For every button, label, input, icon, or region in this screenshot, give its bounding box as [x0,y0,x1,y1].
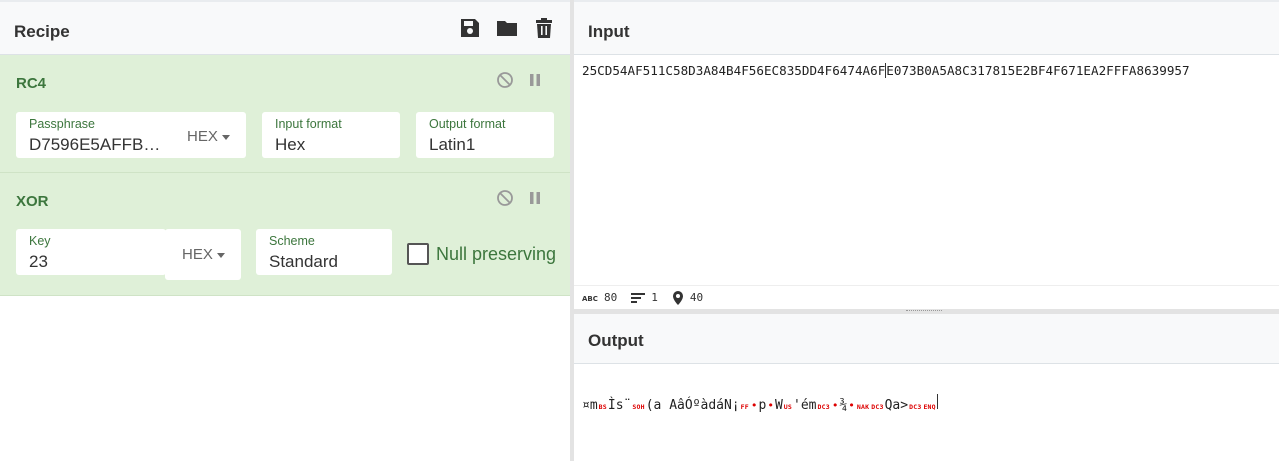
operation-title: XOR [16,193,49,210]
scheme-field[interactable]: Scheme Standard [256,229,392,275]
control-char: DC3 [871,403,884,411]
control-char: NAK [856,403,870,411]
output-text: ¤m [582,398,598,413]
output-format-field[interactable]: Output format Latin1 [416,112,554,158]
output-text: W [774,398,783,413]
cursor-position: 40 [689,291,704,304]
passphrase-value: D7596E5AFFBE... [29,135,164,154]
passphrase-label: Passphrase [29,117,96,131]
null-preserving-checkbox[interactable] [407,243,429,265]
input-textarea[interactable]: 25CD54AF511C58D3A84B4F56EC835DD4F6474A6F… [582,63,1190,78]
output-format-label: Output format [429,117,506,131]
input-format-label: Input format [275,117,342,131]
control-char: BS [598,403,607,411]
key-value: 23 [29,252,48,271]
output-header: Output [574,314,1279,364]
chevron-down-icon [221,135,230,140]
passphrase-format-dropdown[interactable]: HEX [187,128,230,145]
special-char-dot: • [831,399,839,412]
output-text: ¾ [839,398,848,413]
text-cursor [936,394,938,409]
key-label: Key [29,234,51,248]
input-text-before-cursor: 25CD54AF511C58D3A84B4F56EC835DD4F6474A6F [582,63,886,78]
output-text: (a AâÓºàdáN¡ [645,398,740,413]
key-format-dropdown[interactable]: HEX [165,229,241,280]
key-format-button[interactable]: HEX [182,246,225,263]
io-pane: Input 25CD54AF511C58D3A84B4F56EC835DD4F6… [574,0,1279,461]
char-count: 80 [604,291,618,304]
grip-icon [906,310,942,312]
control-char: ENQ [923,403,936,411]
input-format-field[interactable]: Input format Hex [262,112,400,158]
line-count-stat: 1 [631,291,658,304]
trash-icon[interactable] [532,16,556,40]
input-format-value: Hex [275,135,306,154]
output-text: 'ém [793,398,817,413]
input-header: Input [574,2,1279,55]
operation-controls [496,71,544,89]
control-char: US [783,403,793,411]
control-char: DC3 [909,403,922,411]
svg-text:ABC: ABC [582,295,598,303]
null-preserving-label: Null preserving [436,243,557,264]
input-text-after-cursor: E073B0A5A8C317815E2BF4F671EA2FFFA8639957 [886,63,1190,78]
null-preserving-option[interactable]: Null preserving [407,243,556,265]
cursor-position-stat: 40 [672,290,704,305]
abc-icon: ABC [582,295,598,303]
passphrase-field[interactable]: Passphrase D7596E5AFFBE... HEX [16,112,246,158]
folder-icon[interactable] [495,16,519,40]
output-text: p [758,398,767,413]
operation-title: RC4 [16,75,47,92]
pause-icon[interactable] [526,189,544,207]
chevron-down-icon [216,253,225,258]
output-title: Output [588,331,644,350]
input-title: Input [588,22,630,41]
disable-icon[interactable] [496,71,514,89]
location-pin-icon [672,290,683,305]
control-char: SOH [632,403,645,411]
special-char-dot: • [848,399,855,412]
control-char: DC3 [817,403,830,411]
passphrase-format-label: HEX [187,128,218,145]
recipe-title: Recipe [14,22,70,41]
scheme-value: Standard [269,252,338,271]
disable-icon[interactable] [496,189,514,207]
line-count: 1 [651,291,658,304]
recipe-toolbar [458,16,556,40]
lines-icon [631,292,646,303]
save-icon[interactable] [458,16,482,40]
output-format-value: Latin1 [429,135,476,154]
special-char-dot: • [767,399,774,412]
key-format-label: HEX [182,246,213,263]
control-char: FF [740,403,749,411]
operation-xor[interactable]: XOR Key 23 HEX Scheme Standard Null pres… [0,173,570,296]
recipe-header: Recipe [0,2,570,55]
char-count-stat: ABC 80 [582,291,617,304]
operation-rc4[interactable]: RC4 Passphrase D7596E5AFFBE... HEX Input… [0,55,570,173]
input-status-bar: ABC 80 1 40 [574,285,1279,309]
output-textarea[interactable]: ¤m BS Ìs¨ SOH (a AâÓºàdáN¡ FF • p • W US… [582,394,938,413]
recipe-pane: Recipe RC4 Passphrase D7596E5AFFBE... HE… [0,0,570,461]
key-field[interactable]: Key 23 [16,229,166,275]
special-char-dot: • [750,399,758,412]
output-text: Ìs¨ [607,398,632,413]
pause-icon[interactable] [526,71,544,89]
operation-controls [496,189,544,207]
output-text: Qa> [884,398,909,413]
scheme-label: Scheme [269,234,315,248]
